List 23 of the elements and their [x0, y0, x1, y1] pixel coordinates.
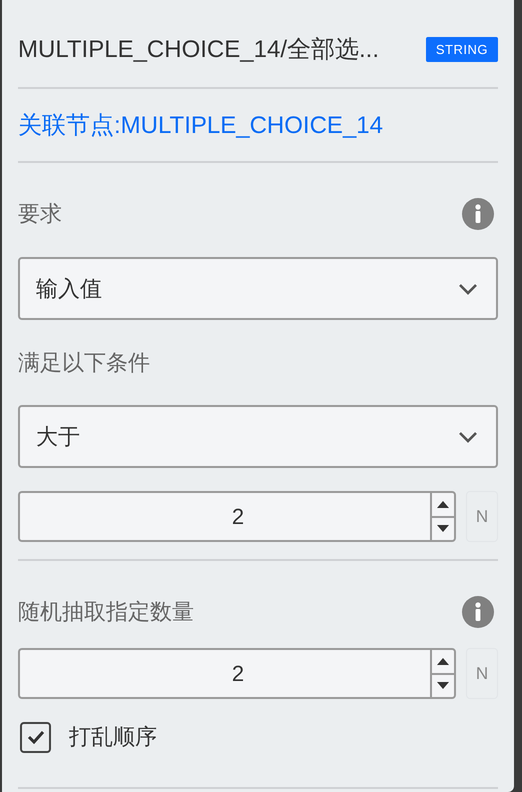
- caret-down-icon[interactable]: [437, 682, 449, 690]
- number-field[interactable]: 2: [18, 491, 430, 542]
- caret-up-icon[interactable]: [437, 658, 449, 665]
- unit-label: N: [466, 648, 498, 699]
- chevron-down-icon: [458, 430, 478, 442]
- caret-up-icon[interactable]: [437, 500, 449, 508]
- checkmark-icon: [26, 730, 44, 744]
- field-label: 随机抽取指定数量: [18, 598, 194, 626]
- number-field[interactable]: 2: [18, 648, 430, 699]
- caret-down-icon[interactable]: [437, 525, 449, 532]
- field-label: 满足以下条件: [18, 348, 150, 376]
- chevron-down-icon: [458, 282, 478, 294]
- dropdown[interactable]: 输入值: [18, 257, 498, 320]
- checkbox-label: 打乱顺序: [69, 723, 157, 751]
- type-badge: STRING: [426, 36, 498, 62]
- checkbox[interactable]: [20, 722, 51, 752]
- node-title: MULTIPLE_CHOICE_14/全部选...: [18, 35, 379, 65]
- info-icon[interactable]: [462, 198, 494, 230]
- field-label: 要求: [18, 200, 62, 228]
- linked-node-link[interactable]: 关联节点:MULTIPLE_CHOICE_14: [18, 109, 383, 141]
- dropdown[interactable]: 大于: [18, 405, 498, 468]
- unit-label: N: [466, 491, 498, 542]
- info-icon[interactable]: [462, 596, 494, 628]
